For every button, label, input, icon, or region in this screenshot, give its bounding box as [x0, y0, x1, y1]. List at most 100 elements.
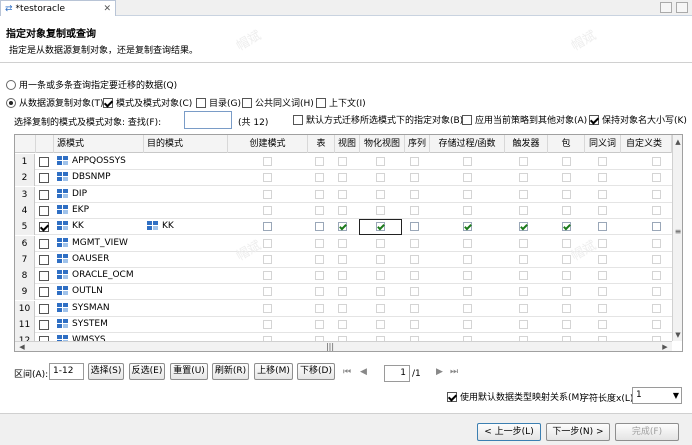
header-sequence[interactable]: 序列: [405, 135, 430, 153]
reset-button[interactable]: 重置(U): [170, 363, 208, 380]
table-row[interactable]: 11 SYSTEM: [15, 317, 672, 333]
object-type-checkbox[interactable]: [519, 205, 528, 215]
object-type-checkbox[interactable]: [376, 157, 385, 166]
object-type-checkbox[interactable]: [263, 254, 272, 264]
object-type-checkbox[interactable]: [376, 320, 385, 329]
copy-mode-option[interactable]: 从数据源复制对象(T): [6, 96, 104, 109]
header-create-schema[interactable]: 创建模式: [228, 135, 308, 153]
object-type-checkbox[interactable]: [598, 320, 607, 329]
object-type-checkbox[interactable]: [410, 238, 419, 248]
query-mode-option[interactable]: 用一条或多条查询指定要迁移的数据(Q): [6, 78, 177, 91]
object-type-checkbox[interactable]: [562, 173, 571, 183]
maximize-button[interactable]: [676, 2, 688, 13]
default-mapping-option[interactable]: 使用默认数据类型映射关系(M): [447, 390, 583, 403]
object-type-checkbox[interactable]: [463, 205, 472, 215]
object-type-checkbox[interactable]: [519, 222, 528, 232]
object-type-checkbox[interactable]: [463, 189, 472, 199]
table-row[interactable]: 6 MGMT_VIEW: [15, 235, 672, 252]
header-synonym[interactable]: 同义词: [585, 135, 621, 153]
public-synonym-checkbox[interactable]: [242, 97, 252, 108]
object-type-checkbox[interactable]: [263, 189, 272, 199]
table-row[interactable]: 3 DIP: [15, 186, 672, 203]
object-type-checkbox[interactable]: [410, 157, 419, 166]
query-mode-radio[interactable]: [6, 79, 16, 90]
object-type-checkbox[interactable]: [598, 287, 607, 297]
object-type-checkbox[interactable]: [562, 287, 571, 297]
object-type-checkbox[interactable]: [598, 222, 607, 232]
object-type-checkbox[interactable]: [652, 320, 661, 329]
object-type-checkbox[interactable]: [598, 303, 607, 313]
move-down-button[interactable]: 下移(D): [297, 363, 335, 380]
header-package[interactable]: 包: [548, 135, 585, 153]
object-type-checkbox[interactable]: [562, 157, 571, 166]
source-schema-cell[interactable]: APPQOSSYS: [57, 156, 126, 166]
object-type-checkbox[interactable]: [376, 205, 385, 215]
row-select-checkbox[interactable]: [39, 254, 49, 265]
object-type-checkbox[interactable]: [338, 222, 347, 232]
scroll-left-icon[interactable]: ◀: [17, 342, 27, 351]
object-type-checkbox[interactable]: [376, 173, 385, 183]
object-type-checkbox[interactable]: [562, 189, 571, 199]
header-trigger[interactable]: 触发器: [505, 135, 548, 153]
directory-option[interactable]: 目录(G): [196, 96, 241, 109]
object-type-checkbox[interactable]: [410, 287, 419, 297]
object-type-checkbox[interactable]: [338, 271, 347, 281]
object-type-checkbox[interactable]: [652, 173, 661, 183]
object-type-checkbox[interactable]: [598, 238, 607, 248]
object-type-checkbox[interactable]: [598, 173, 607, 183]
object-type-checkbox[interactable]: [338, 303, 347, 313]
object-type-checkbox[interactable]: [519, 303, 528, 313]
target-schema-cell[interactable]: KK: [147, 221, 174, 231]
object-type-checkbox[interactable]: [598, 254, 607, 264]
object-type-checkbox[interactable]: [463, 287, 472, 297]
header-source-schema[interactable]: 源模式: [54, 135, 144, 153]
row-select-checkbox[interactable]: [39, 205, 49, 216]
object-type-checkbox[interactable]: [598, 271, 607, 281]
object-type-checkbox[interactable]: [315, 189, 324, 199]
schema-objects-option[interactable]: 模式及模式对象(C): [103, 96, 192, 109]
table-row[interactable]: 2 DBSNMP: [15, 170, 672, 187]
source-schema-cell[interactable]: ORACLE_OCM: [57, 270, 134, 280]
object-type-checkbox[interactable]: [315, 271, 324, 281]
object-type-checkbox[interactable]: [463, 157, 472, 166]
table-row[interactable]: 9 OUTLN: [15, 284, 672, 301]
hscroll-thumb-grip-icon[interactable]: |||: [325, 342, 335, 351]
header-view[interactable]: 视图: [335, 135, 360, 153]
search-input[interactable]: [184, 111, 232, 129]
object-type-checkbox[interactable]: [519, 271, 528, 281]
object-type-checkbox[interactable]: [263, 303, 272, 313]
row-select-checkbox[interactable]: [39, 303, 49, 314]
object-type-checkbox[interactable]: [410, 320, 419, 329]
object-type-checkbox[interactable]: [338, 254, 347, 264]
object-type-checkbox[interactable]: [410, 271, 419, 281]
source-schema-cell[interactable]: EKP: [57, 204, 89, 215]
row-select-checkbox[interactable]: [39, 173, 49, 184]
schema-objects-checkbox[interactable]: [103, 97, 113, 108]
header-table[interactable]: 表: [308, 135, 335, 153]
object-type-checkbox[interactable]: [652, 287, 661, 297]
row-select-checkbox[interactable]: [39, 271, 49, 282]
apply-strategy-option[interactable]: 应用当前策略到其他对象(A): [462, 113, 587, 126]
object-type-checkbox[interactable]: [519, 173, 528, 183]
object-type-checkbox[interactable]: [263, 238, 272, 248]
object-type-checkbox[interactable]: [315, 287, 324, 297]
object-type-checkbox[interactable]: [376, 287, 385, 297]
object-type-checkbox[interactable]: [519, 189, 528, 199]
default-mapping-checkbox[interactable]: [447, 391, 457, 402]
object-type-checkbox[interactable]: [315, 254, 324, 264]
charlen-select[interactable]: 1 ▼: [632, 387, 682, 404]
row-select-checkbox[interactable]: [39, 320, 49, 330]
object-type-checkbox[interactable]: [338, 205, 347, 215]
row-select-checkbox[interactable]: [39, 287, 49, 298]
object-type-checkbox[interactable]: [463, 320, 472, 329]
source-schema-cell[interactable]: KK: [57, 221, 84, 231]
object-type-checkbox[interactable]: [562, 303, 571, 313]
finish-button[interactable]: 完成(F): [615, 423, 679, 441]
object-type-checkbox[interactable]: [652, 157, 661, 166]
object-type-checkbox[interactable]: [463, 222, 472, 232]
object-type-checkbox[interactable]: [338, 320, 347, 329]
object-type-checkbox[interactable]: [652, 254, 661, 264]
keep-case-checkbox[interactable]: [589, 114, 599, 125]
source-schema-cell[interactable]: MGMT_VIEW: [57, 237, 128, 248]
object-type-checkbox[interactable]: [562, 320, 571, 329]
